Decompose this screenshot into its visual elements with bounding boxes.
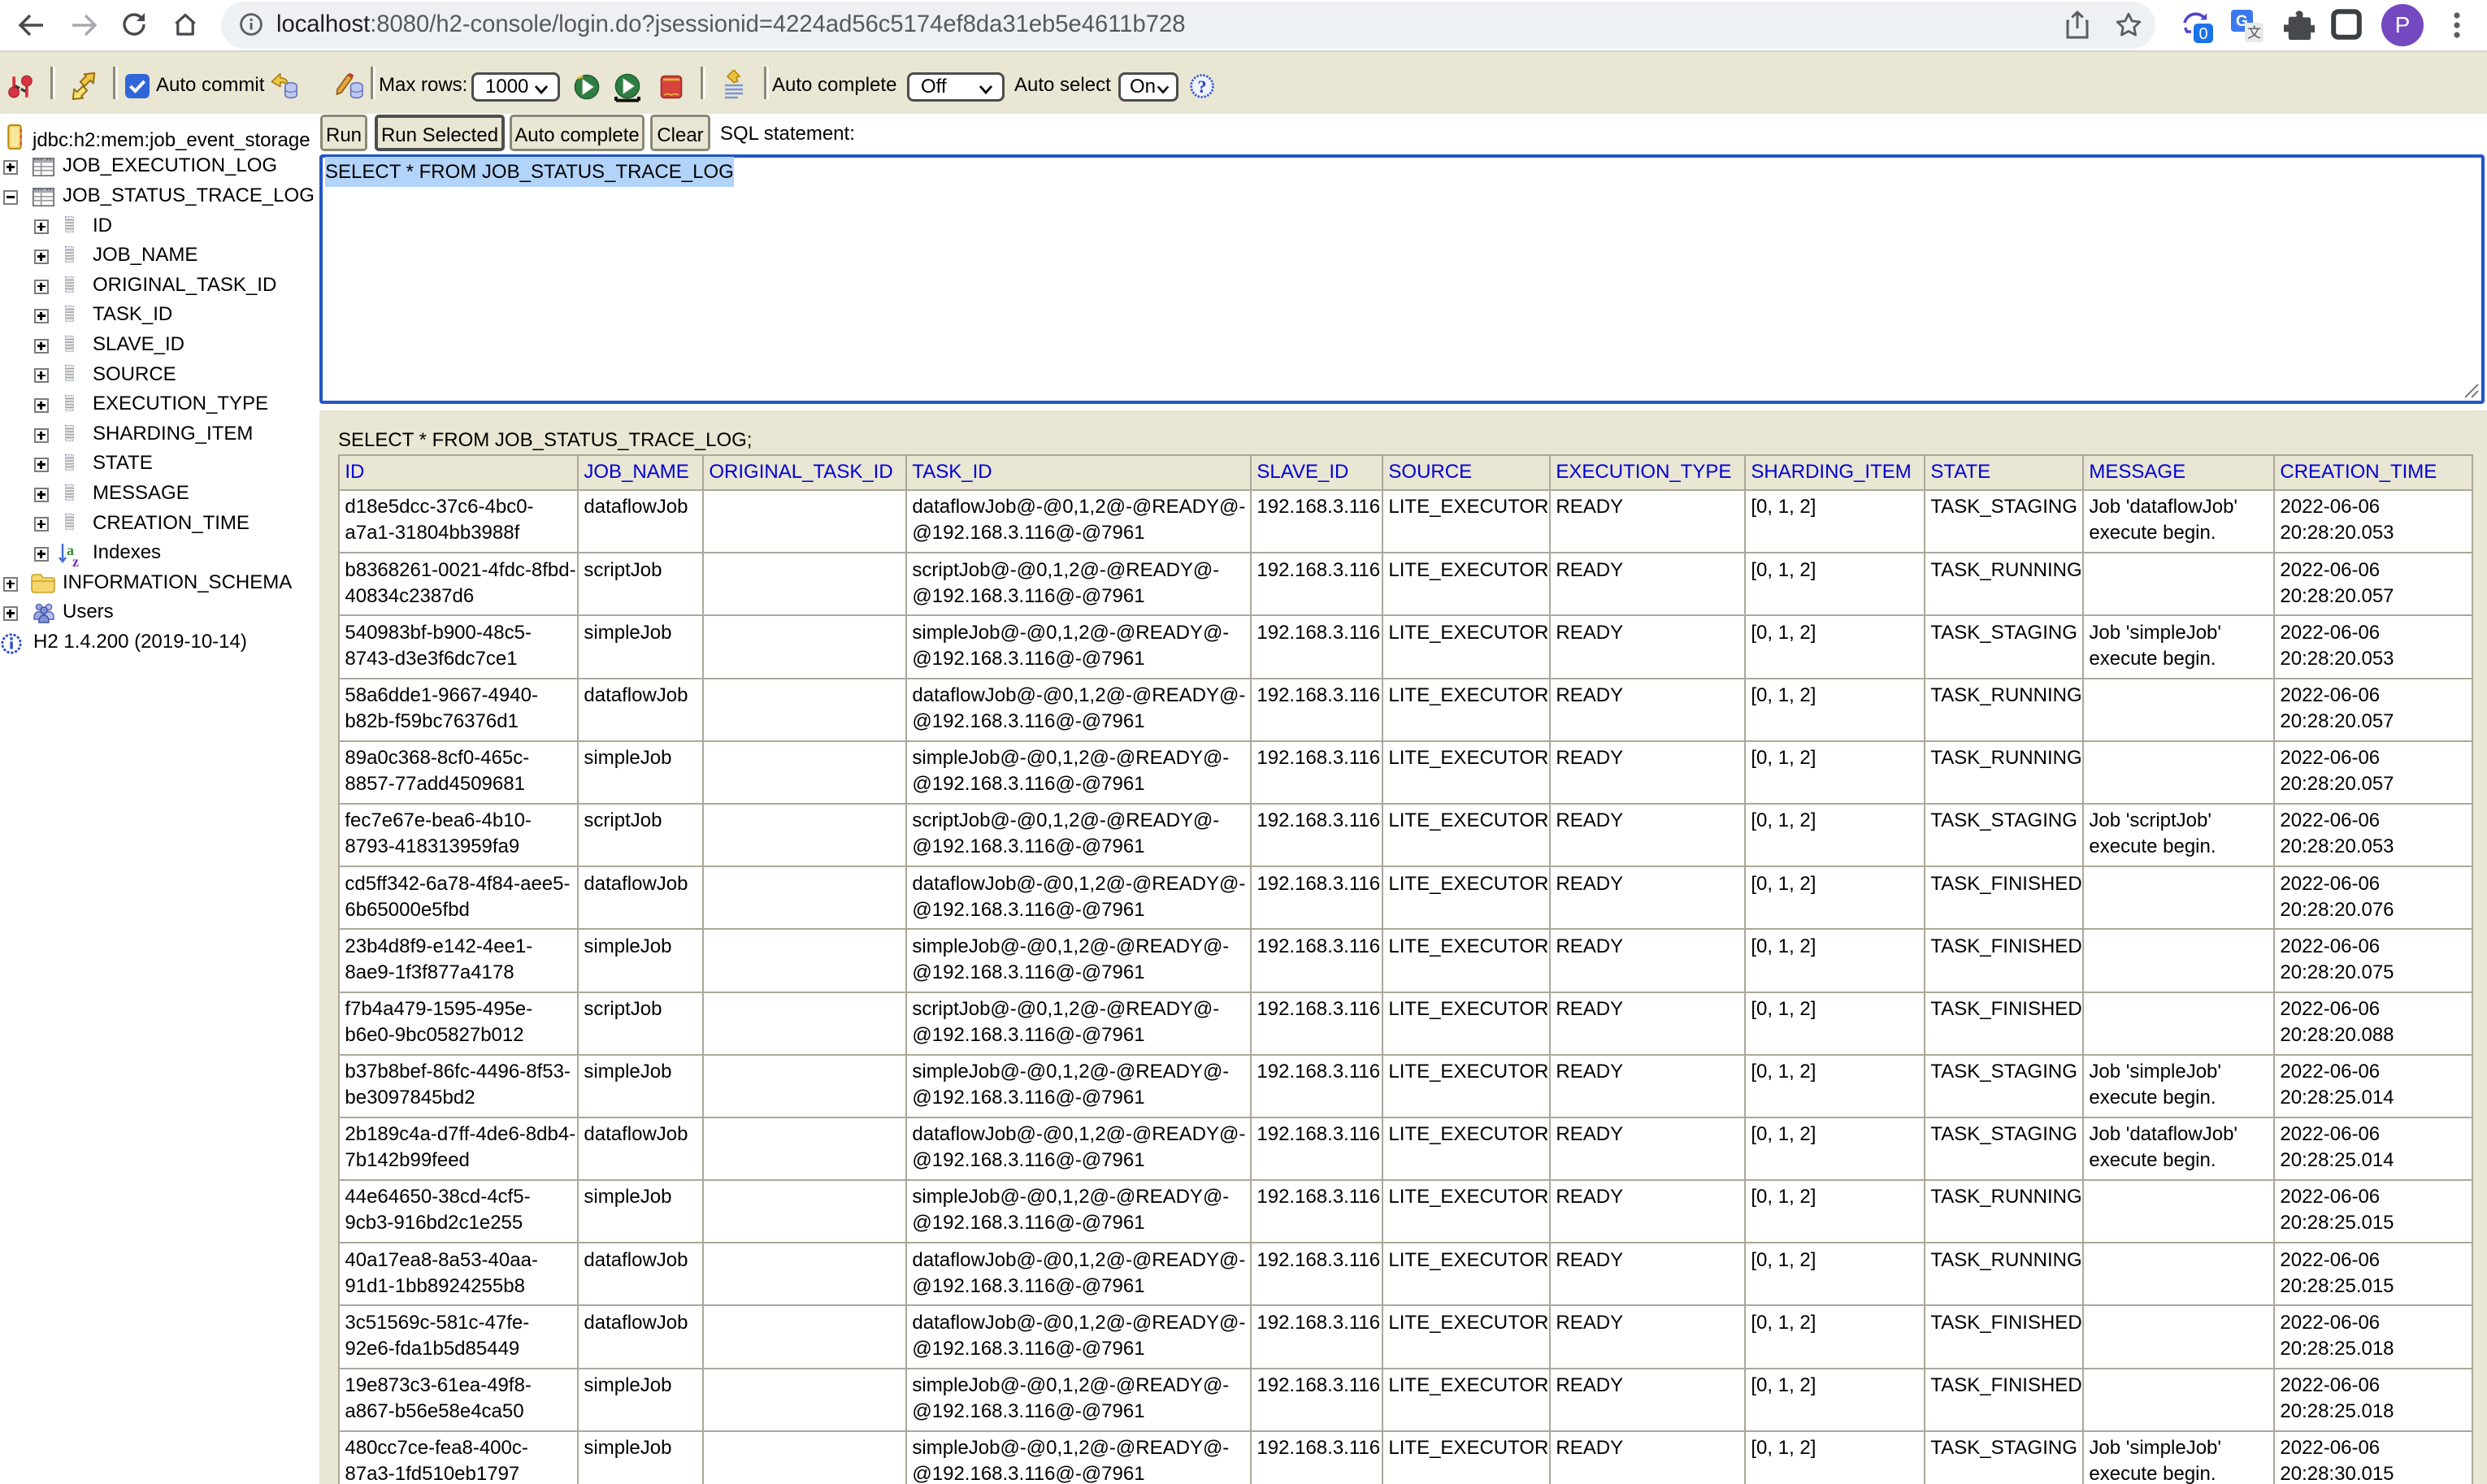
svg-text:z: z (72, 553, 79, 568)
svg-text:?: ? (1198, 76, 1207, 97)
svg-text:文: 文 (2247, 25, 2261, 41)
svg-text:0: 0 (2198, 25, 2207, 43)
